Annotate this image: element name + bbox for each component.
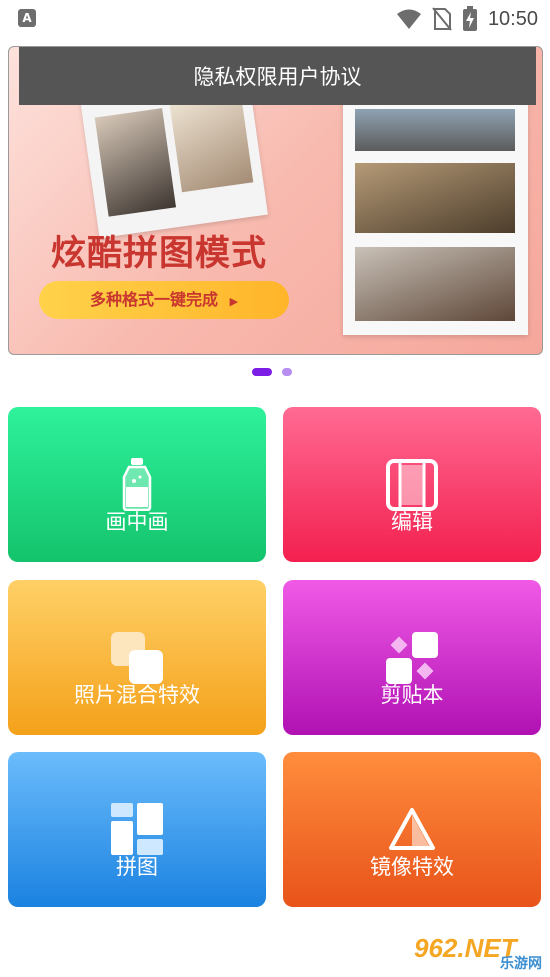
status-icons: 10:50: [396, 5, 538, 33]
app-notification-icon: A: [18, 9, 36, 27]
photo-thumbnail: [355, 163, 515, 233]
privacy-agreement-bar[interactable]: 隐私权限用户协议: [19, 47, 536, 105]
wifi-icon: [396, 9, 421, 29]
blend-squares-icon: [111, 632, 163, 684]
clock: 10:50: [487, 7, 538, 30]
status-bar: A 10:50: [0, 0, 550, 38]
photo-thumbnail: [355, 109, 515, 151]
photo-thumbnail: [169, 93, 254, 193]
tile-scrapbook[interactable]: 剪贴本: [283, 580, 541, 735]
tile-label: 镜像特效: [370, 855, 454, 879]
banner-cta-pill[interactable]: 多种格式一键完成 ▶: [39, 281, 289, 319]
tile-label: 剪贴本: [380, 683, 444, 707]
battery-charging-icon: [462, 6, 477, 31]
mirror-triangle-icon: [389, 808, 435, 850]
tile-collage[interactable]: 拼图: [8, 752, 266, 907]
photo-thumbnail: [94, 108, 177, 217]
tile-label: 编辑: [391, 510, 433, 534]
page-dot-active[interactable]: [252, 368, 272, 376]
watermark-sub: 乐游网: [500, 956, 542, 972]
collage-grid-icon: [111, 803, 163, 855]
play-arrow-icon: ▶: [229, 295, 239, 308]
banner-headline: 炫酷拼图模式: [51, 234, 268, 274]
site-watermark: 962.NET 乐游网: [414, 933, 544, 973]
bottle-icon: [122, 458, 152, 511]
photo-thumbnail: [355, 247, 515, 321]
tile-photo-blend[interactable]: 照片混合特效: [8, 580, 266, 735]
scrapbook-icon: [386, 632, 438, 684]
tile-label: 画中画: [105, 510, 169, 534]
edit-frame-icon: [386, 459, 438, 511]
no-sim-icon: [432, 7, 452, 31]
tile-picture-in-picture[interactable]: 画中画: [8, 407, 266, 562]
tile-label: 拼图: [116, 855, 158, 879]
banner-cta-label: 多种格式一键完成: [89, 290, 218, 309]
tile-edit[interactable]: 编辑: [283, 407, 541, 562]
promo-banner[interactable]: 炫酷拼图模式 多种格式一键完成 ▶ 隐私权限用户协议: [8, 46, 543, 355]
tile-label: 照片混合特效: [74, 683, 200, 707]
banner-pagination: [252, 368, 292, 376]
tile-mirror-effect[interactable]: 镜像特效: [283, 752, 541, 907]
photo-card-right: [343, 87, 528, 335]
page-dot[interactable]: [282, 368, 292, 376]
